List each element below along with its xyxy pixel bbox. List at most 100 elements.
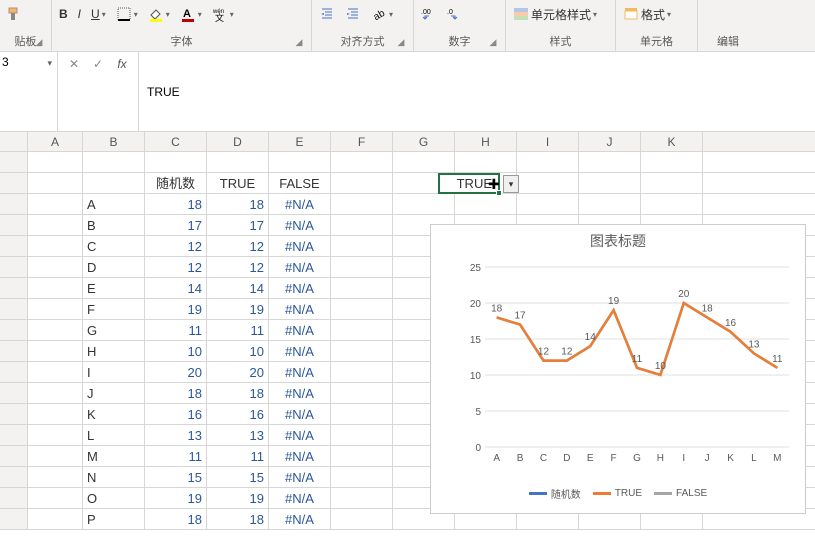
legend-item[interactable]: TRUE xyxy=(593,488,642,499)
enter-formula-button[interactable]: ✓ xyxy=(88,55,108,73)
cell-random[interactable]: 10 xyxy=(145,341,207,361)
column-header-G[interactable]: G xyxy=(393,132,455,151)
cell-label[interactable]: F xyxy=(83,299,145,319)
cell[interactable] xyxy=(28,236,83,256)
column-header-F[interactable]: F xyxy=(331,132,393,151)
cell[interactable] xyxy=(83,173,145,193)
cell-false[interactable]: #N/A xyxy=(269,446,331,466)
row-header[interactable] xyxy=(0,425,28,445)
cell-true[interactable]: 17 xyxy=(207,215,269,235)
cell[interactable] xyxy=(455,152,517,172)
cell-true[interactable]: 12 xyxy=(207,257,269,277)
cell[interactable] xyxy=(331,152,393,172)
header-random[interactable]: 随机数 xyxy=(145,173,207,193)
cell[interactable] xyxy=(28,362,83,382)
cell-false[interactable]: #N/A xyxy=(269,425,331,445)
increase-indent-button[interactable] xyxy=(342,4,364,24)
increase-decimal-button[interactable]: .00 xyxy=(418,4,440,24)
cell-true[interactable]: 14 xyxy=(207,278,269,298)
cell-label[interactable]: G xyxy=(83,320,145,340)
bold-button[interactable]: B xyxy=(56,5,71,23)
italic-button[interactable]: I xyxy=(75,5,84,23)
phonetic-button[interactable]: wén文▾ xyxy=(209,4,237,24)
cell-label[interactable]: B xyxy=(83,215,145,235)
cell-label[interactable]: A xyxy=(83,194,145,214)
row-header[interactable] xyxy=(0,194,28,214)
cell-label[interactable]: E xyxy=(83,278,145,298)
row-header[interactable] xyxy=(0,341,28,361)
cell[interactable] xyxy=(28,320,83,340)
underline-button[interactable]: U▾ xyxy=(88,5,109,23)
legend-item[interactable]: 随机数 xyxy=(529,486,581,501)
cell-random[interactable]: 11 xyxy=(145,320,207,340)
cell[interactable] xyxy=(28,488,83,508)
dialog-launcher-icon[interactable]: ◢ xyxy=(487,37,499,49)
cell-random[interactable]: 15 xyxy=(145,467,207,487)
cell-label[interactable]: P xyxy=(83,509,145,529)
cell[interactable] xyxy=(83,152,145,172)
cell[interactable] xyxy=(393,194,455,214)
cell[interactable] xyxy=(641,152,703,172)
cell[interactable] xyxy=(641,173,703,193)
dialog-launcher-icon[interactable]: ◢ xyxy=(293,37,305,49)
decrease-decimal-button[interactable]: .0 xyxy=(444,4,466,24)
fill-color-button[interactable]: ▾ xyxy=(145,4,173,24)
cell-random[interactable]: 18 xyxy=(145,383,207,403)
cell[interactable] xyxy=(207,152,269,172)
cell-label[interactable]: M xyxy=(83,446,145,466)
cell-random[interactable]: 12 xyxy=(145,236,207,256)
cell[interactable] xyxy=(28,383,83,403)
cell-false[interactable]: #N/A xyxy=(269,341,331,361)
cell[interactable] xyxy=(331,215,393,235)
select-all-corner[interactable] xyxy=(0,132,28,151)
cell[interactable] xyxy=(28,404,83,424)
cell-random[interactable]: 18 xyxy=(145,194,207,214)
name-box[interactable] xyxy=(2,55,44,69)
cell[interactable] xyxy=(28,173,83,193)
cell-true[interactable]: 11 xyxy=(207,320,269,340)
cell-true[interactable]: 12 xyxy=(207,236,269,256)
cell[interactable] xyxy=(28,257,83,277)
legend-item[interactable]: FALSE xyxy=(654,488,707,499)
cell[interactable] xyxy=(28,425,83,445)
selected-cell[interactable]: TRUE xyxy=(438,173,500,194)
cell[interactable] xyxy=(331,383,393,403)
insert-function-button[interactable]: fx xyxy=(112,55,132,73)
cell[interactable] xyxy=(517,152,579,172)
column-header-J[interactable]: J xyxy=(579,132,641,151)
cell[interactable] xyxy=(28,194,83,214)
header-false[interactable]: FALSE xyxy=(269,173,331,193)
formula-input[interactable] xyxy=(139,52,815,131)
name-box-dropdown-icon[interactable]: ▾ xyxy=(44,55,55,72)
cell-true[interactable]: 18 xyxy=(207,194,269,214)
row-header[interactable] xyxy=(0,383,28,403)
column-header-D[interactable]: D xyxy=(207,132,269,151)
dialog-launcher-icon[interactable]: ◢ xyxy=(395,37,407,49)
cell-false[interactable]: #N/A xyxy=(269,509,331,529)
cancel-formula-button[interactable]: ✕ xyxy=(64,55,84,73)
fill-handle[interactable] xyxy=(496,190,502,196)
cell-true[interactable]: 18 xyxy=(207,383,269,403)
cell-label[interactable]: K xyxy=(83,404,145,424)
row-header[interactable] xyxy=(0,320,28,340)
cell-random[interactable]: 20 xyxy=(145,362,207,382)
chart-title[interactable]: 图表标题 xyxy=(431,225,805,253)
cell-false[interactable]: #N/A xyxy=(269,194,331,214)
cell-true[interactable]: 20 xyxy=(207,362,269,382)
cell[interactable] xyxy=(331,362,393,382)
cell[interactable] xyxy=(331,425,393,445)
cell-true[interactable]: 10 xyxy=(207,341,269,361)
cell[interactable] xyxy=(331,194,393,214)
cell-random[interactable]: 19 xyxy=(145,488,207,508)
cell[interactable] xyxy=(331,341,393,361)
column-header-C[interactable]: C xyxy=(145,132,207,151)
cell-true[interactable]: 19 xyxy=(207,488,269,508)
cell-true[interactable]: 16 xyxy=(207,404,269,424)
cell-true[interactable]: 18 xyxy=(207,509,269,529)
cell-false[interactable]: #N/A xyxy=(269,278,331,298)
header-true[interactable]: TRUE xyxy=(207,173,269,193)
cell-true[interactable]: 15 xyxy=(207,467,269,487)
cell-random[interactable]: 16 xyxy=(145,404,207,424)
chart[interactable]: 图表标题 0510152025ABCDEFGHIJKLM181712121419… xyxy=(430,224,806,514)
chart-legend[interactable]: 随机数 TRUE FALSE xyxy=(431,484,805,503)
